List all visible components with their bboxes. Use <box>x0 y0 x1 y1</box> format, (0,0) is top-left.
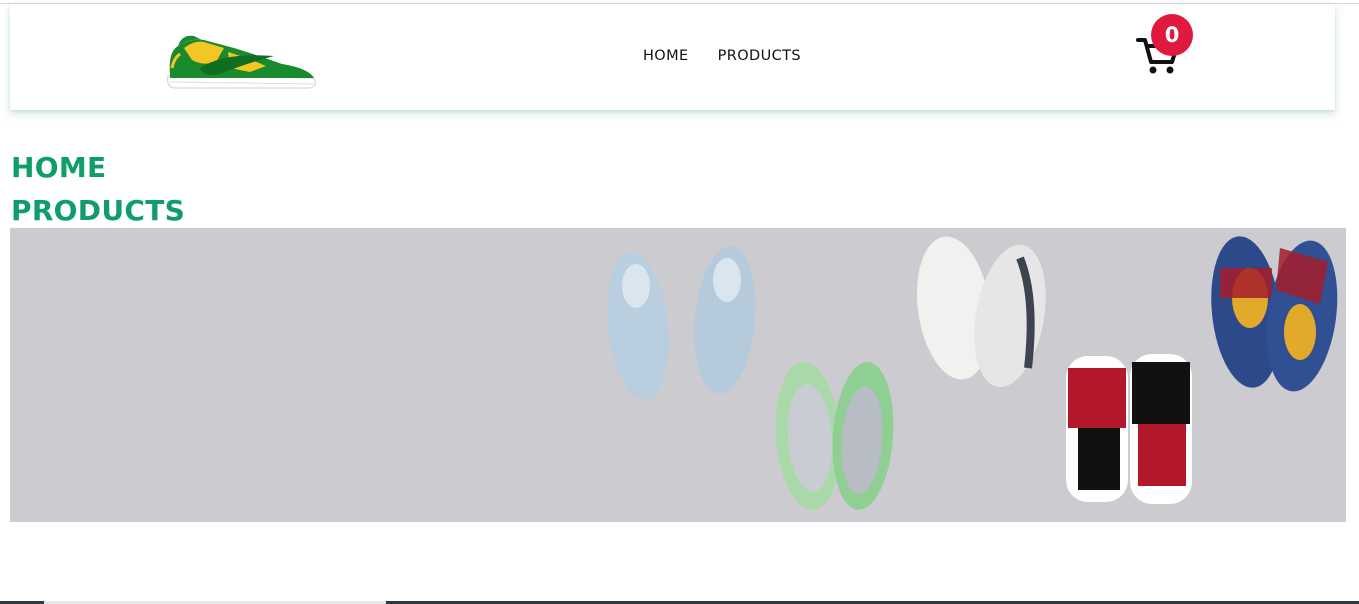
main-nav: HOME PRODUCTS <box>643 48 801 64</box>
sneaker-multicolor-icon <box>1211 236 1338 392</box>
sneaker-red-black-high-top-icon <box>1066 354 1192 504</box>
sneaker-green-silver-icon <box>775 362 894 510</box>
sidebar-products-link[interactable]: PRODUCTS <box>11 189 185 232</box>
sneaker-light-blue-icon <box>607 246 756 400</box>
sidebar-links: HOME PRODUCTS <box>11 146 185 232</box>
sneaker-logo-icon[interactable] <box>164 22 320 92</box>
hero-banner-image <box>10 228 1346 522</box>
nav-products-link[interactable]: PRODUCTS <box>718 48 801 64</box>
nav-home-link[interactable]: HOME <box>643 48 689 64</box>
sneaker-white-chunky-icon <box>916 236 1046 388</box>
cart-count-badge: 0 <box>1151 14 1193 56</box>
navbar: HOME PRODUCTS <box>10 4 1335 110</box>
sidebar-home-link[interactable]: HOME <box>11 146 185 189</box>
